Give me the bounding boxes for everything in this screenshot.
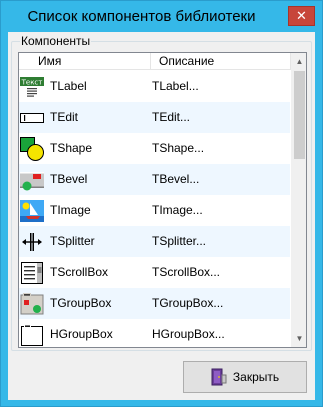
list-item[interactable]: TShape TShape... (19, 133, 290, 164)
item-name: TLabel (50, 79, 87, 93)
svg-text:Текст: Текст (21, 79, 43, 87)
item-description: TEdit... (152, 110, 191, 124)
item-description: TScrollBox... (152, 265, 221, 279)
item-name: TSplitter (50, 234, 95, 248)
item-description: TImage... (152, 203, 203, 217)
column-header-description[interactable]: Описание (151, 53, 291, 70)
close-button[interactable]: Закрыть (183, 361, 307, 393)
item-name: TScrollBox (50, 265, 109, 279)
shape-icon (20, 137, 44, 161)
item-description: TSplitter... (152, 234, 207, 248)
image-icon (20, 200, 44, 222)
vertical-scrollbar[interactable]: ▲ ▼ (291, 53, 306, 347)
label-icon: Текст (20, 77, 44, 97)
item-description: TLabel... (152, 79, 199, 93)
dialog-client-area: Компоненты Имя Описание Текст TLabel TLa… (8, 32, 315, 400)
groupbox-icon (20, 293, 44, 315)
exit-door-icon (211, 368, 227, 386)
close-button-label: Закрыть (232, 370, 280, 384)
bevel-icon (20, 172, 44, 191)
title-bar[interactable]: Список компонентов библиотеки ✕ (1, 1, 322, 32)
list-item[interactable]: HGroupBox HGroupBox... (19, 319, 290, 347)
list-item[interactable]: TEdit TEdit... (19, 102, 290, 133)
item-description: HGroupBox... (152, 327, 225, 341)
groupbox-label: Компоненты (20, 34, 92, 48)
item-name: TShape (50, 141, 93, 155)
edit-icon (20, 113, 44, 123)
item-name: TGroupBox (50, 296, 112, 310)
item-name: HGroupBox (50, 327, 113, 341)
item-description: TGroupBox... (152, 296, 224, 310)
item-description: TBevel... (152, 172, 200, 186)
column-header-name[interactable]: Имя (19, 53, 151, 70)
scrollbox-icon (21, 262, 43, 284)
window-close-button[interactable]: ✕ (288, 6, 315, 26)
list-item[interactable]: TBevel TBevel... (19, 164, 290, 195)
list-header: Имя Описание (19, 53, 306, 70)
list-rows: Текст TLabel TLabel... TEdit TEdit... TS… (19, 71, 290, 347)
scroll-up-arrow-icon[interactable]: ▲ (292, 53, 306, 70)
window-title: Список компонентов библиотеки (27, 8, 256, 25)
item-name: TEdit (50, 110, 79, 124)
scroll-down-arrow-icon[interactable]: ▼ (292, 330, 306, 347)
components-list[interactable]: Имя Описание Текст TLabel TLabel... TEdi… (18, 52, 307, 348)
list-item[interactable]: TImage TImage... (19, 195, 290, 226)
list-item[interactable]: TScrollBox TScrollBox... (19, 257, 290, 288)
library-components-window: Список компонентов библиотеки ✕ Компонен… (0, 0, 323, 407)
list-item[interactable]: TGroupBox TGroupBox... (19, 288, 290, 319)
list-item[interactable]: Текст TLabel TLabel... (19, 71, 290, 102)
scrollbar-thumb[interactable] (294, 71, 305, 159)
item-name: TBevel (50, 172, 88, 186)
item-description: TShape... (152, 141, 205, 155)
list-item[interactable]: TSplitter TSplitter... (19, 226, 290, 257)
item-name: TImage (50, 203, 91, 217)
splitter-icon (22, 233, 42, 251)
hgroupbox-icon (21, 324, 43, 346)
components-groupbox: Компоненты Имя Описание Текст TLabel TLa… (11, 34, 312, 351)
